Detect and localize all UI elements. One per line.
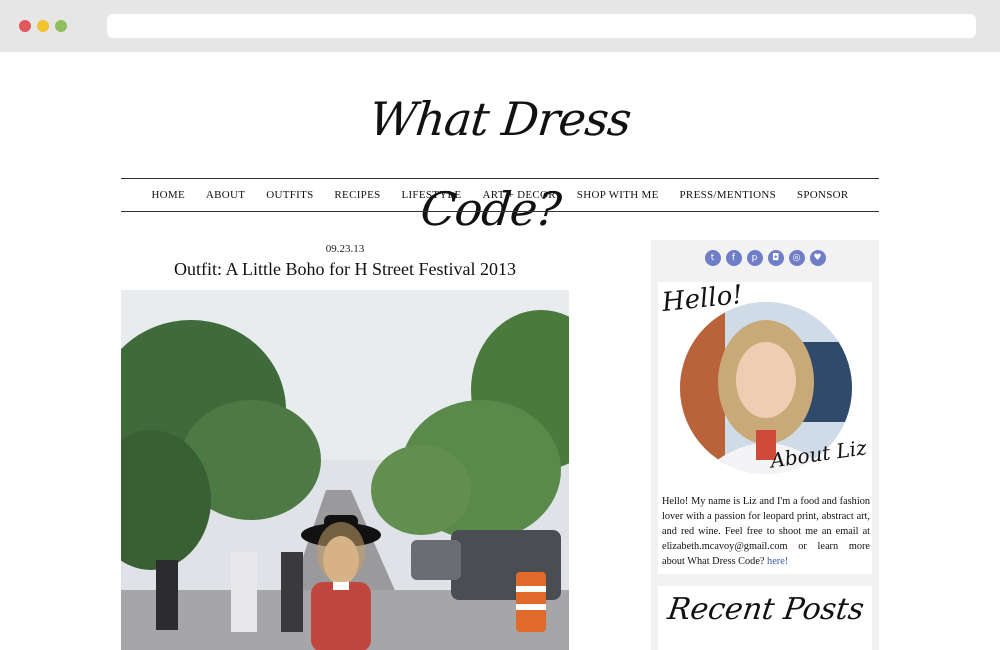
facebook-icon[interactable]: f xyxy=(725,250,742,266)
post-date: 09.23.13 xyxy=(325,243,365,255)
post-hero-photo[interactable] xyxy=(121,290,569,650)
minimize-window-button[interactable] xyxy=(37,20,49,32)
twitter-icon[interactable]: t xyxy=(704,250,721,266)
street-festival-photo xyxy=(121,290,569,650)
about-widget: Hello! About Liz Hello! My name is Liz a… xyxy=(658,280,872,574)
rss-icon[interactable]: ◎ xyxy=(788,250,805,266)
nav-item-about[interactable]: ABOUT xyxy=(206,189,245,201)
main-nav: HOME ABOUT OUTFITS RECIPES LIFESTYLE ART… xyxy=(121,178,879,212)
blog-page: What Dress Code? HOME ABOUT OUTFITS RECI… xyxy=(0,52,1000,650)
pinterest-icon[interactable]: p xyxy=(746,250,763,266)
nav-item-home[interactable]: HOME xyxy=(151,189,185,201)
nav-item-sponsor[interactable]: SPONSOR xyxy=(797,189,849,201)
close-window-button[interactable] xyxy=(19,20,31,32)
nav-item-art-decor[interactable]: ART + DECOR xyxy=(482,189,555,201)
instagram-icon[interactable]: ◘ xyxy=(767,250,784,266)
nav-item-recipes[interactable]: RECIPES xyxy=(334,189,380,201)
nav-item-outfits[interactable]: OUTFITS xyxy=(266,189,313,201)
recent-posts-widget: Recent Posts xyxy=(658,586,872,650)
social-links: t f p ◘ ◎ ♥ xyxy=(651,250,879,266)
browser-chrome xyxy=(0,0,1000,52)
maximize-window-button[interactable] xyxy=(55,20,67,32)
post-title[interactable]: Outfit: A Little Boho for H Street Festi… xyxy=(121,259,569,280)
bloglovin-heart-icon[interactable]: ♥ xyxy=(809,250,826,266)
address-bar[interactable] xyxy=(107,14,976,38)
nav-item-shop-with-me[interactable]: SHOP WITH ME xyxy=(577,189,659,201)
bio-text: Hello! My name is Liz and I'm a food and… xyxy=(662,496,870,567)
author-bio: Hello! My name is Liz and I'm a food and… xyxy=(662,494,870,569)
recent-posts-heading: Recent Posts xyxy=(665,592,867,627)
site-logo[interactable]: What Dress Code? xyxy=(295,74,704,236)
bio-learn-more-link[interactable]: here! xyxy=(767,556,788,567)
nav-item-press-mentions[interactable]: PRESS/MENTIONS xyxy=(680,189,777,201)
nav-item-lifestyle[interactable]: LIFESTYLE xyxy=(401,189,461,201)
sidebar: t f p ◘ ◎ ♥ Hello! About Liz Hello! My n… xyxy=(651,240,879,650)
